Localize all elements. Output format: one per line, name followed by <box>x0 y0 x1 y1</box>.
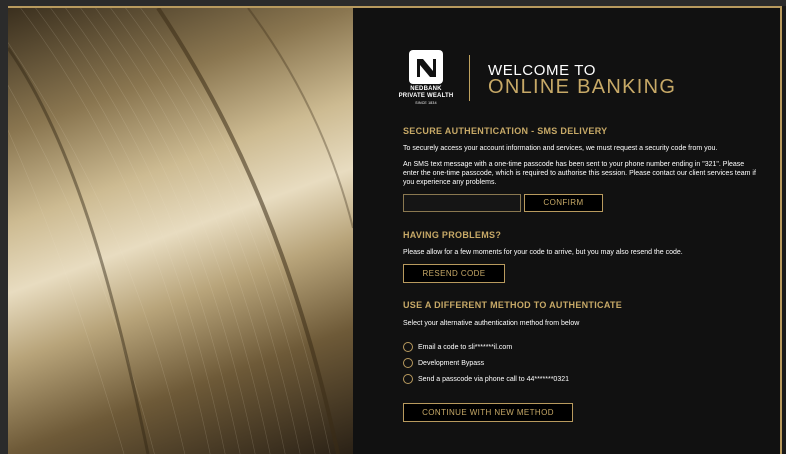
confirm-button[interactable]: CONFIRM <box>524 194 603 212</box>
sms-body: An SMS text message with a one-time pass… <box>403 161 756 186</box>
method-option-bypass[interactable]: Development Bypass <box>403 357 484 369</box>
logo-wordmark: NEDBANK PRIVATE WEALTH SINCE 1834 <box>398 86 454 105</box>
radio-button[interactable] <box>403 374 413 384</box>
method-option-phone[interactable]: Send a passcode via phone call to 44****… <box>403 373 569 385</box>
radio-button[interactable] <box>403 358 413 368</box>
right-gold-border <box>780 6 782 454</box>
welcome-line-2: ONLINE BANKING <box>488 76 677 98</box>
methods-intro: Select your alternative authentication m… <box>403 320 580 327</box>
radio-button[interactable] <box>403 342 413 352</box>
method-label: Send a passcode via phone call to 44****… <box>418 375 570 383</box>
nedbank-logo: NEDBANK PRIVATE WEALTH SINCE 1834 <box>397 50 459 108</box>
sms-intro: To securely access your account informat… <box>403 145 718 152</box>
feather-photo <box>8 8 353 454</box>
continue-new-method-button[interactable]: CONTINUE WITH NEW METHOD <box>403 403 573 422</box>
logo-divider <box>469 55 470 101</box>
problems-heading: HAVING PROBLEMS? <box>403 230 502 240</box>
passcode-input[interactable] <box>403 194 521 212</box>
sms-heading: SECURE AUTHENTICATION - SMS DELIVERY <box>403 126 608 136</box>
methods-heading: USE A DIFFERENT METHOD TO AUTHENTICATE <box>403 300 623 310</box>
method-label: Development Bypass <box>418 359 485 367</box>
resend-code-button[interactable]: RESEND CODE <box>403 264 505 283</box>
method-option-email[interactable]: Email a code to sli*******il.com <box>403 341 512 353</box>
problems-body: Please allow for a few moments for your … <box>403 249 683 256</box>
nedbank-n-icon <box>409 50 443 84</box>
method-label: Email a code to sli*******il.com <box>418 343 513 351</box>
